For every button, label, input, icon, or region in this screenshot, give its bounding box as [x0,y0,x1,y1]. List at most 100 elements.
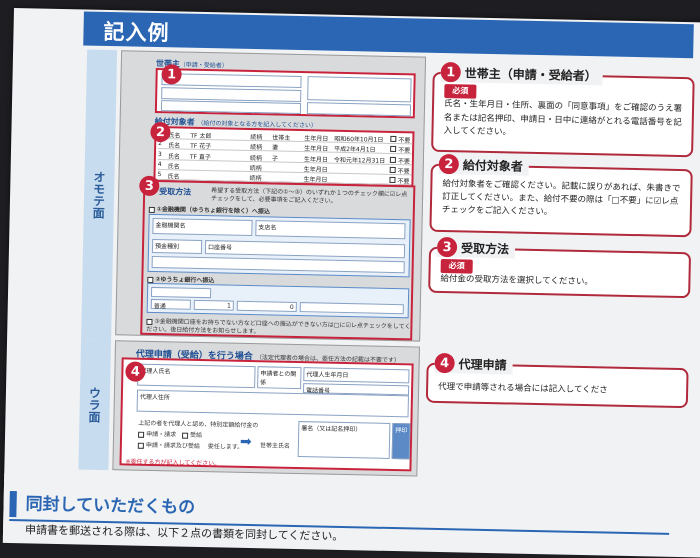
s1-tel-cell [306,102,412,117]
o2-checkbox[interactable] [181,432,189,439]
agent-name-field[interactable]: 代理人氏名 [137,363,256,389]
not-required-label: 不要 [398,137,411,145]
card-1-body: 必須 氏名・生年月日・住所、裏面の「同意事項」をご確認のうえ署名または記名押印、… [443,84,688,143]
s2-box: 1氏名TF 太郎続柄世帯主生年月日昭和60年10月1日不要2氏名TF 花子続柄妻… [153,125,415,187]
delegate-options: 申請・請求 受給 [138,429,202,439]
card-2-body: 給付対象者をご確認ください。記載に誤りがあれば、朱書きで訂正してください。また、… [441,179,681,218]
card-1-number: 1 [440,61,461,83]
o1-checkbox[interactable] [138,431,145,438]
row-dob [334,175,386,176]
form-front: 世帯主（申請・受給者） 1 給付対象者 （給付の対象となる方を記入してください）… [115,50,427,342]
card-4-title: 代理申請 [458,356,507,372]
s1-box [154,67,416,119]
yucho-holder-field[interactable] [150,286,212,299]
account-number-field[interactable]: 口座番号 [204,240,406,259]
not-required-checkbox[interactable] [390,135,397,143]
yucho-digit-field[interactable]: 0 [236,300,297,312]
row-dob-label: 生年月日 [304,145,329,153]
row-relation: 子 [271,155,278,163]
applicant-label: 世帯主氏名 [259,442,290,450]
row-relation: 妻 [272,144,279,152]
card-2-title: 給付対象者 [462,157,523,174]
account-holder-field[interactable] [151,255,405,274]
card-1: 1 世帯主（申請・受給者） 必須 氏名・生年月日・住所、裏面の「同意事項」をご確… [431,61,695,158]
s1-sign-cell [307,76,412,103]
row-name-label: 氏名 [168,142,181,150]
row-dob-label: 生年月日 [303,165,328,174]
sign-field[interactable]: 署名（又は記名押印） [297,421,391,459]
side-tab-front: オモテ面 [81,49,118,341]
card-3-number: 3 [436,236,458,258]
agent-dob-field[interactable]: 代理人生年月日 [303,367,410,384]
card-4-body: 代理で申請等される場合には記入してくださ [438,381,608,396]
side-tab-front-label: オモテ面 [91,170,107,219]
row-dob-label: 生年月日 [304,135,329,143]
bank-name-field[interactable]: 金融機関名 [152,217,253,237]
form-back: 代理申請（受給）を行う場合 （法定代理者の場合は、委任方法の記載は不要です） 代… [112,340,420,477]
card-3-badge: 必須 [440,258,473,275]
row-number: 3 [157,150,162,158]
row-name [190,172,248,173]
deposit-type-field[interactable]: 預金種別 [151,238,203,254]
arrow-icon: ➡ [239,433,252,451]
row-relation [272,174,302,175]
s1-name-cell [161,73,302,89]
card-2: 2 給付対象者 給付対象者をご確認ください。記載に誤りがあれば、朱書きで訂正して… [429,153,693,238]
yucho-number-field[interactable] [299,302,404,315]
row-relation: 世帯主 [272,134,291,142]
not-required-checkbox[interactable] [390,146,397,153]
row-dob: 平成2年4月1日 [334,146,376,154]
card-3: 3 受取方法 必須 給付金の受取方法を選択してください。 [428,236,692,299]
row-name: TF 太郎 [190,132,212,141]
enclosure-section: 同封していただくもの 申請書を郵送される際は、以下２点の書類を同封してください。 [2,472,700,558]
branch-name-field[interactable]: 支店名 [255,220,406,240]
row-name-label: 氏名 [168,132,181,140]
section-marker [9,491,17,518]
yucho-transfer-box: 普通 1 0 [146,282,410,319]
row-name [190,162,248,163]
o3-checkbox[interactable] [137,442,144,449]
consent-text: 上記の者を代理人と認め、特別定額給付金の [138,419,259,430]
card-3-title: 受取方法 [460,240,510,256]
not-required-label: 不要 [397,157,410,165]
row-number: 4 [157,160,162,169]
row-name: TF 直子 [189,153,212,161]
not-required-label: 不要 [398,147,411,155]
card-3-body: 必須 給付金の受取方法を選択してください。 [440,258,685,292]
seal-field[interactable]: 押印 [391,423,411,460]
opt3-checkbox[interactable] [146,318,153,325]
agent-relation-field[interactable]: 申請者との関係 [257,366,302,390]
not-required-label: 不要 [397,167,410,176]
card-4: 4 代理申請 代理で申請等される場合には記入してくださ [425,352,689,409]
not-required-checkbox[interactable] [389,177,396,184]
not-required-checkbox[interactable] [389,156,396,163]
yucho-type-field[interactable]: 普通 [150,298,191,310]
opt2-checkbox[interactable] [147,276,154,283]
s1-address-cell [160,100,302,115]
card-2-number: 2 [438,153,460,175]
s4-box: 代理人氏名 申請者との関係 代理人生年月日 電話番号 代理人住所 上記の者を代理… [119,357,414,472]
row-dob-label: 生年月日 [303,155,328,164]
side-tab-back: ウラ面 [78,339,112,471]
card-4-number: 4 [434,352,455,374]
row-dob: 令和元年12月31日 [333,156,386,165]
document-sheet: 記入例 オモテ面 ウラ面 世帯主（申請・受給者） 1 給付対象者 （給付の対象と… [2,8,700,558]
s4-footer: ※委任する方が記入してください。 [125,458,221,468]
row-name-label: 氏名 [167,152,181,161]
opt1-checkbox[interactable] [148,206,155,213]
card-1-badge: 必須 [444,84,477,100]
row-dob [334,165,386,166]
yucho-code-field[interactable]: 1 [193,299,234,311]
delegate-options-2: 申請・請求及び受給 委任します。 [137,440,244,451]
row-dob: 昭和60年10月1日 [334,135,384,144]
side-tab-back-label: ウラ面 [86,386,102,423]
not-required-checkbox[interactable] [389,166,396,173]
card-1-title: 世帯主（申請・受給者） [464,65,597,83]
row-rel-label: 続柄 [250,133,263,142]
row-number: 5 [157,171,162,179]
row-name-label: 氏名 [167,163,180,171]
agent-address-field[interactable]: 代理人住所 [136,389,409,418]
row-rel-label: 続柄 [249,154,262,162]
row-rel-label: 続柄 [249,164,262,173]
bank-transfer-box: 金融機関名 支店名 預金種別 口座番号 [147,213,411,278]
